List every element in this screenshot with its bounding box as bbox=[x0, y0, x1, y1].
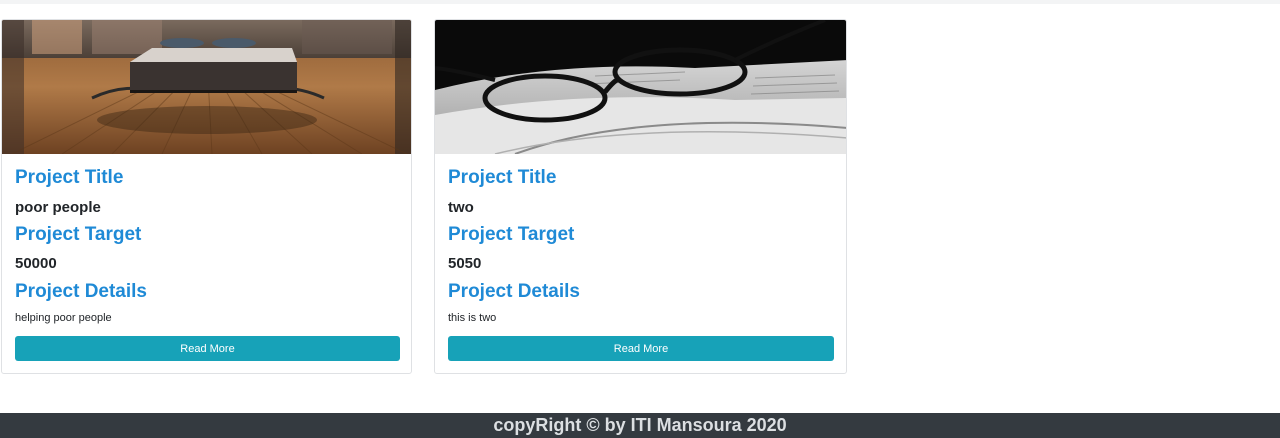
project-image bbox=[435, 20, 846, 154]
bedroom-floor-image bbox=[2, 20, 411, 154]
footer: copyRight © by ITI Mansoura 2020 bbox=[0, 413, 1280, 438]
project-title-value: two bbox=[448, 199, 474, 216]
project-target-value: 5050 bbox=[448, 255, 482, 272]
book-glasses-image bbox=[435, 20, 846, 154]
project-target-label: Project Target bbox=[448, 224, 575, 245]
project-card: Project Title poor people Project Target… bbox=[1, 19, 412, 374]
project-card: Project Title two Project Target 5050 Pr… bbox=[434, 19, 847, 374]
top-divider bbox=[0, 0, 1280, 4]
project-details-value: this is two bbox=[448, 312, 497, 324]
project-title-label: Project Title bbox=[15, 167, 124, 188]
project-image bbox=[2, 20, 411, 154]
project-target-value: 50000 bbox=[15, 255, 57, 272]
project-target-label: Project Target bbox=[15, 224, 142, 245]
project-details-label: Project Details bbox=[15, 281, 147, 302]
project-title-value: poor people bbox=[15, 199, 101, 216]
project-title-label: Project Title bbox=[448, 167, 557, 188]
read-more-button[interactable]: Read More bbox=[15, 336, 400, 361]
read-more-button[interactable]: Read More bbox=[448, 336, 834, 361]
copyright-text: copyRight © by ITI Mansoura 2020 bbox=[493, 415, 787, 435]
project-details-label: Project Details bbox=[448, 281, 580, 302]
project-details-value: helping poor people bbox=[15, 312, 112, 324]
